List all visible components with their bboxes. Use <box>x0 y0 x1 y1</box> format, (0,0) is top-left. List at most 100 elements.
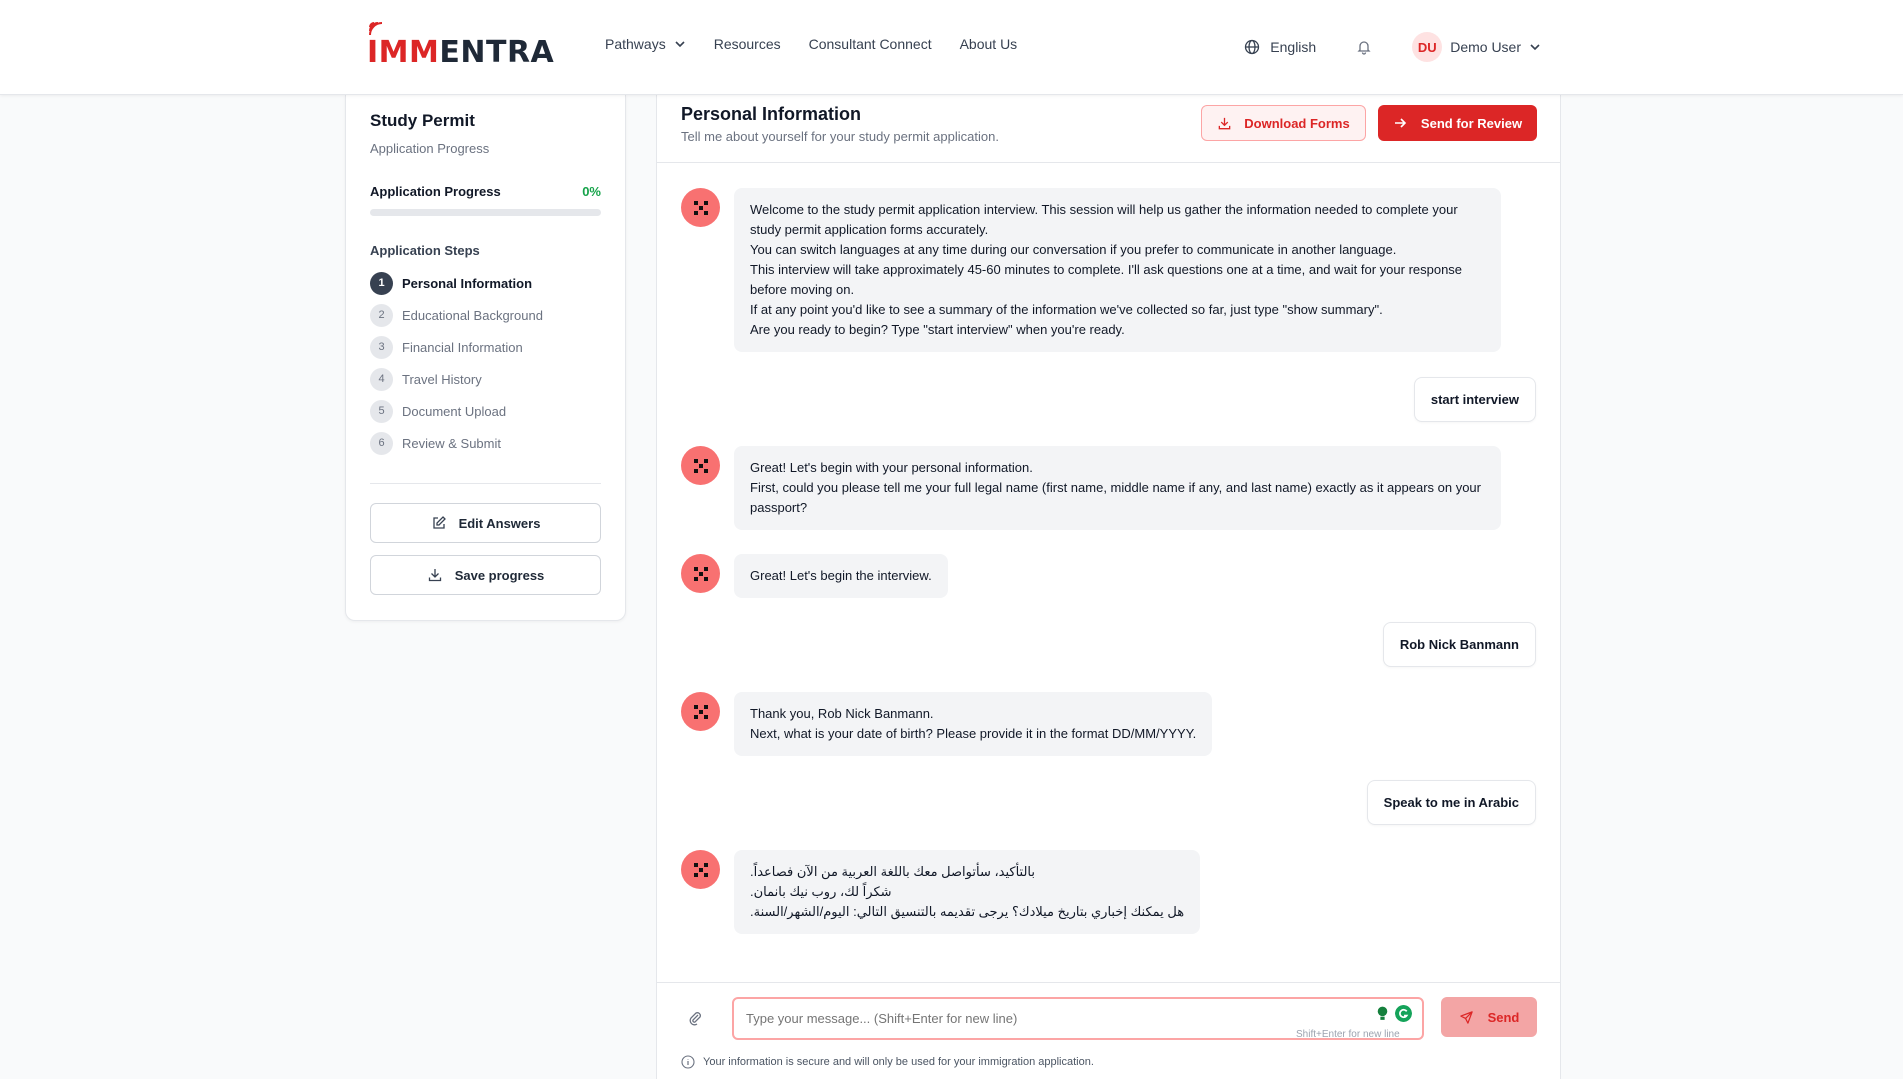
arrow-right-icon <box>1394 118 1407 128</box>
step-document-upload[interactable]: 5 Document Upload <box>370 395 601 427</box>
step-number: 5 <box>370 399 393 423</box>
main-nav: Pathways Resources Consultant Connect Ab… <box>605 36 1017 52</box>
message-line: First, could you please tell me your ful… <box>750 480 1481 515</box>
step-label: Travel History <box>402 371 482 387</box>
paperclip-icon[interactable] <box>687 1010 703 1026</box>
assistant-message: Great! Let's begin with your personal in… <box>734 446 1501 530</box>
step-travel-history[interactable]: 4 Travel History <box>370 363 601 395</box>
message-line: بالتأكيد، سأتواصل معك باللغة العربية من … <box>750 864 1036 879</box>
message-line: If at any point you'd like to see a summ… <box>750 302 1383 317</box>
message-line: Are you ready to begin? Type "start inte… <box>750 322 1125 337</box>
step-number: 6 <box>370 431 393 455</box>
assistant-message: Thank you, Rob Nick Banmann. Next, what … <box>734 692 1213 756</box>
message-line: Welcome to the study permit application … <box>750 202 1458 237</box>
assistant-avatar <box>681 188 720 227</box>
grammarly-icon[interactable] <box>1395 1005 1412 1022</box>
security-notice: Your information is secure and will only… <box>681 1055 1094 1069</box>
step-review-submit[interactable]: 6 Review & Submit <box>370 427 601 459</box>
send-label: Send <box>1487 1009 1520 1025</box>
assistant-logo-icon <box>693 458 708 473</box>
assistant-avatar <box>681 850 720 889</box>
download-icon <box>1218 117 1231 129</box>
edit-answers-label: Edit Answers <box>458 515 541 531</box>
send-button[interactable]: Send <box>1441 997 1537 1037</box>
user-name: Demo User <box>1450 39 1521 55</box>
assistant-logo-icon <box>693 566 708 581</box>
step-number: 3 <box>370 335 393 359</box>
send-for-review-label: Send for Review <box>1420 115 1523 131</box>
avatar: DU <box>1412 32 1443 62</box>
assistant-message: Great! Let's begin the interview. <box>734 554 948 598</box>
page-subtitle: Tell me about yourself for your study pe… <box>681 129 999 144</box>
send-icon <box>1459 1010 1473 1024</box>
progress-percent: 0% <box>582 184 601 199</box>
nav-resources[interactable]: Resources <box>714 36 781 52</box>
page-title: Personal Information <box>681 104 862 124</box>
message-line: Thank you, Rob Nick Banmann. <box>750 706 934 721</box>
chat-panel: Personal Information Tell me about yours… <box>656 95 1561 1079</box>
language-selector[interactable]: English <box>1244 39 1316 55</box>
assistant-logo-icon <box>693 200 708 215</box>
assistant-avatar <box>681 692 720 731</box>
message-line: Great! Let's begin with your personal in… <box>750 460 1033 475</box>
message-line: هل يمكنك إخباري بتاريخ ميلادك؟ يرجى تقدي… <box>750 904 1185 919</box>
assistant-message: بالتأكيد، سأتواصل معك باللغة العربية من … <box>734 850 1201 934</box>
user-message: start interview <box>1413 377 1536 422</box>
steps-list: 1 Personal Information 2 Educational Backg… <box>370 267 601 459</box>
nav-about-us[interactable]: About Us <box>960 36 1018 52</box>
progress-bar <box>370 209 601 216</box>
header-actions: English DU Demo User <box>1244 32 1541 62</box>
signal-icon <box>369 22 383 36</box>
lightbulb-icon[interactable] <box>1374 1005 1391 1022</box>
user-menu[interactable]: DU Demo User <box>1412 32 1541 62</box>
sidebar-subtitle: Application Progress <box>370 141 490 156</box>
message-line: شكراً لك، روب نيك بانمان. <box>750 884 892 899</box>
edit-answers-button[interactable]: Edit Answers <box>370 503 601 543</box>
message-line: Great! Let's begin the interview. <box>750 568 932 583</box>
save-progress-button[interactable]: Save progress <box>370 555 601 595</box>
progress-sidebar: Study Permit Application Progress Applic… <box>345 95 626 621</box>
progress-label: Application Progress <box>370 184 501 199</box>
step-educational-background[interactable]: 2 Educational Background <box>370 299 601 331</box>
edit-icon <box>432 516 446 529</box>
step-financial-information[interactable]: 3 Financial Information <box>370 331 601 363</box>
step-personal-information[interactable]: 1 Personal Information <box>370 267 601 299</box>
sidebar-title: Study Permit <box>370 111 475 130</box>
step-number: 4 <box>370 367 393 391</box>
message-composer: Shift+Enter for new line Send Your infor… <box>657 982 1560 1079</box>
message-line: This interview will take approximately 4… <box>750 262 1463 297</box>
step-label: Review & Submit <box>402 435 501 451</box>
download-icon <box>428 569 441 582</box>
message-line: Next, what is your date of birth? Please… <box>750 726 1197 741</box>
user-message: Rob Nick Banmann <box>1382 622 1536 667</box>
input-hint: Shift+Enter for new line <box>1296 1029 1400 1040</box>
sidebar-divider <box>370 483 601 484</box>
step-label: Educational Background <box>402 307 543 323</box>
info-icon <box>681 1055 695 1069</box>
step-label: Financial Information <box>402 339 523 355</box>
nav-pathways[interactable]: Pathways <box>605 36 686 52</box>
chat-header: Personal Information Tell me about yours… <box>657 95 1560 163</box>
download-forms-button[interactable]: Download Forms <box>1201 105 1366 141</box>
top-header: IMMENTRA Pathways Resources Consultant C… <box>0 0 1903 95</box>
nav-consultant-connect[interactable]: Consultant Connect <box>809 36 932 52</box>
input-extension-icons <box>1374 1005 1412 1022</box>
send-for-review-button[interactable]: Send for Review <box>1378 105 1537 141</box>
brand-name: IMMENTRA <box>367 35 555 70</box>
progress-row: Application Progress 0% <box>370 184 601 199</box>
chevron-down-icon <box>1530 44 1540 51</box>
language-label: English <box>1270 39 1317 55</box>
download-forms-label: Download Forms <box>1244 115 1350 131</box>
steps-title: Application Steps <box>370 243 480 258</box>
globe-icon <box>1245 39 1260 55</box>
step-number: 1 <box>370 271 393 295</box>
assistant-logo-icon <box>693 862 708 877</box>
assistant-avatar <box>681 554 720 593</box>
step-label: Document Upload <box>402 403 507 419</box>
user-message: Speak to me in Arabic <box>1366 780 1536 825</box>
message-line: You can switch languages at any time dur… <box>750 242 1397 257</box>
assistant-message: Welcome to the study permit application … <box>734 188 1501 352</box>
security-notice-text: Your information is secure and will only… <box>703 1056 1094 1068</box>
immentra-logo[interactable]: IMMENTRA <box>367 22 555 70</box>
bell-icon[interactable] <box>1356 39 1372 55</box>
